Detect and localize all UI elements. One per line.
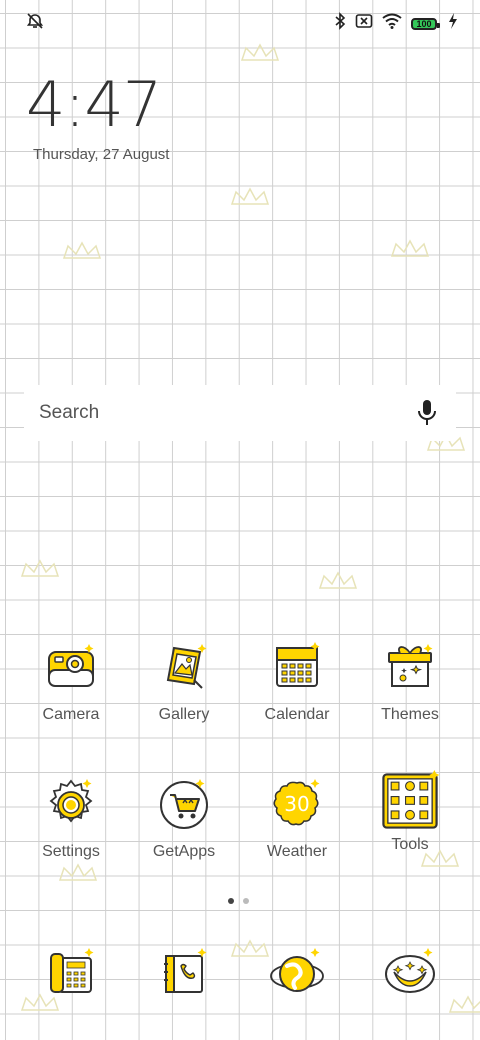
app-label: Themes: [381, 706, 439, 723]
browser-icon[interactable]: [269, 946, 325, 1002]
crown-doodle-icon: [240, 43, 280, 61]
app-weather[interactable]: 30 Weather: [242, 777, 352, 861]
crown-doodle-icon: [448, 995, 480, 1013]
phone-icon[interactable]: [43, 946, 99, 1002]
clock-date[interactable]: Thursday, 27 August: [33, 146, 169, 163]
themes-gift-icon: [388, 644, 433, 687]
app-camera[interactable]: Camera: [16, 640, 126, 724]
no-sim-icon: [355, 13, 373, 34]
app-label: Tools: [391, 836, 429, 853]
charging-icon: [448, 13, 458, 34]
app-label: Calendar: [264, 706, 330, 723]
app-label: Camera: [42, 706, 100, 723]
gallery-icon: [166, 644, 207, 689]
app-getapps[interactable]: GetApps: [129, 777, 239, 861]
microphone-icon[interactable]: [416, 399, 438, 432]
settings-gear-icon: [49, 779, 93, 823]
wifi-icon: [382, 13, 402, 34]
battery-icon: 100: [411, 17, 440, 30]
weather-temperature: 30: [284, 792, 310, 816]
alarm-off-icon: [26, 12, 44, 35]
crown-doodle-icon: [62, 241, 102, 259]
app-label: GetApps: [152, 843, 216, 860]
camera-icon: [48, 644, 94, 687]
page-dot[interactable]: [243, 898, 249, 904]
folder-tools[interactable]: Tools: [355, 770, 465, 854]
page-indicator[interactable]: [228, 898, 249, 904]
getapps-cart-icon: [160, 779, 208, 829]
app-themes[interactable]: Themes: [355, 640, 465, 724]
search-bar[interactable]: Search: [24, 385, 456, 441]
messages-icon[interactable]: [382, 946, 438, 1002]
crown-doodle-icon: [390, 239, 430, 257]
tools-folder-icon: [382, 770, 440, 829]
calendar-icon: [276, 642, 320, 687]
crown-doodle-icon: [230, 187, 270, 205]
status-bar: 100: [0, 0, 480, 44]
app-settings[interactable]: Settings: [16, 777, 126, 861]
app-gallery[interactable]: Gallery: [129, 640, 239, 724]
crown-doodle-icon: [230, 939, 270, 957]
app-calendar[interactable]: Calendar: [242, 640, 352, 724]
bluetooth-icon: [334, 12, 346, 35]
app-label: Gallery: [158, 706, 210, 723]
crown-doodle-icon: [318, 571, 358, 589]
crown-doodle-icon: [58, 863, 98, 881]
search-placeholder[interactable]: Search: [39, 402, 99, 424]
contacts-icon[interactable]: [156, 946, 212, 1002]
clock-time[interactable]: 4:47: [26, 70, 162, 140]
app-label: Settings: [42, 843, 100, 860]
crown-doodle-icon: [20, 559, 60, 577]
app-label: Weather: [266, 843, 328, 860]
page-dot-active[interactable]: [228, 898, 234, 904]
